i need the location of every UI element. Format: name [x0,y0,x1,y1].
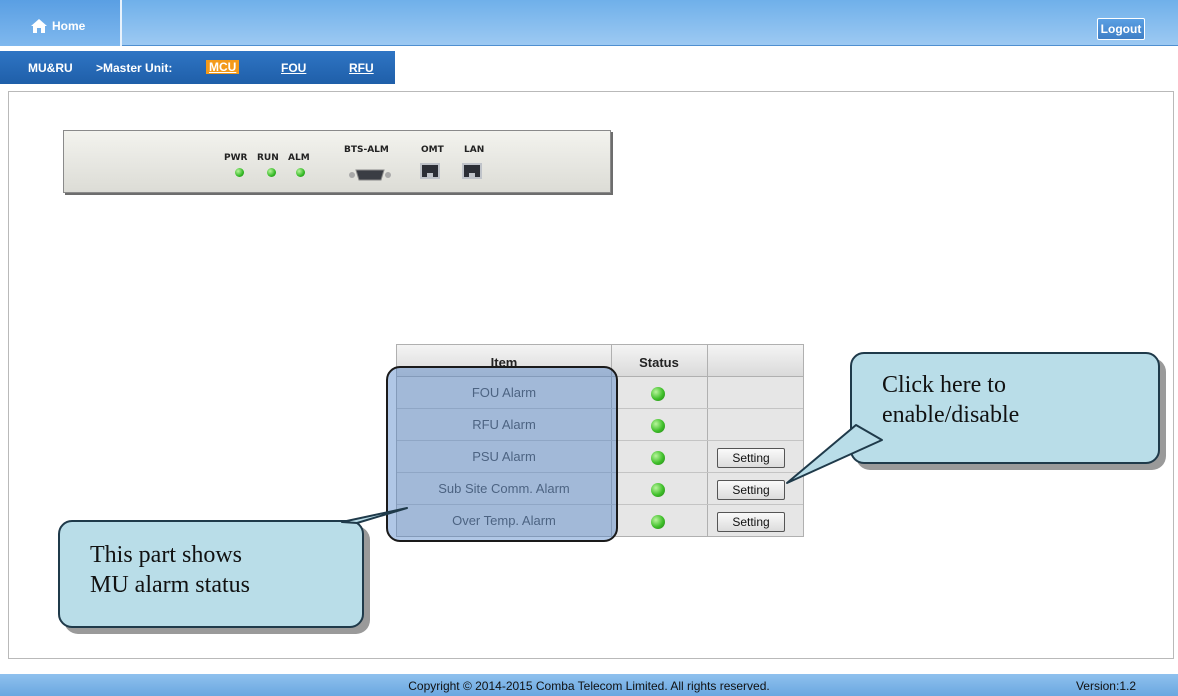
home-label: Home [52,19,86,33]
version-text: Version:1.2 [1075,679,1136,693]
bts-alm-label: BTS-ALM [344,145,389,155]
status-led-icon [651,515,665,529]
callout-text-line: Click here to [882,372,1006,398]
pwr-led [235,168,244,177]
web-page: Home Logout MU&RU >Master Unit: MCU FOU … [0,0,1178,696]
home-tab[interactable]: Home [0,0,122,46]
run-label: RUN [257,153,279,163]
lan-label: LAN [464,145,485,155]
sub-site-comm-setting-button[interactable]: Setting [717,480,785,500]
footer: Copyright © 2014-2015 Comba Telecom Limi… [0,674,1178,696]
logout-button[interactable]: Logout [1097,18,1145,40]
status-led-icon [651,483,665,497]
run-led [267,168,276,177]
callout-text-line: This part shows [90,542,242,568]
nav-master-unit: >Master Unit: [96,61,173,75]
alm-label: ALM [288,153,310,163]
callout-text-line: enable/disable [882,402,1020,428]
status-led-icon [651,451,665,465]
callout-text-line: MU alarm status [90,572,250,598]
psu-setting-button[interactable]: Setting [717,448,785,468]
tab-fou[interactable]: FOU [281,61,306,75]
tab-mcu[interactable]: MCU [206,60,240,74]
top-header: Home Logout [0,0,1178,46]
db9-connector-icon [349,169,391,181]
header-status: Status [639,355,679,370]
nav-root: MU&RU [28,61,73,75]
status-led-icon [651,387,665,401]
callout-alarm-status: This part shows MU alarm status [58,520,364,628]
pwr-label: PWR [224,153,248,163]
over-temp-setting-button[interactable]: Setting [717,512,785,532]
tab-rfu[interactable]: RFU [349,61,374,75]
home-link[interactable]: Home [30,18,85,34]
omt-label: OMT [421,145,444,155]
callout-enable-disable: Click here to enable/disable [850,352,1160,464]
copyright-text: Copyright © 2014-2015 Comba Telecom Limi… [408,679,770,693]
home-icon [31,19,47,33]
lan-port-icon [462,163,482,179]
alm-led [296,168,305,177]
omt-port-icon [420,163,440,179]
device-panel: PWR RUN ALM BTS-ALM OMT LAN [63,130,611,193]
nav-bar: MU&RU >Master Unit: MCU FOU RFU [0,51,395,84]
status-led-icon [651,419,665,433]
alarm-highlight-overlay [386,366,618,542]
